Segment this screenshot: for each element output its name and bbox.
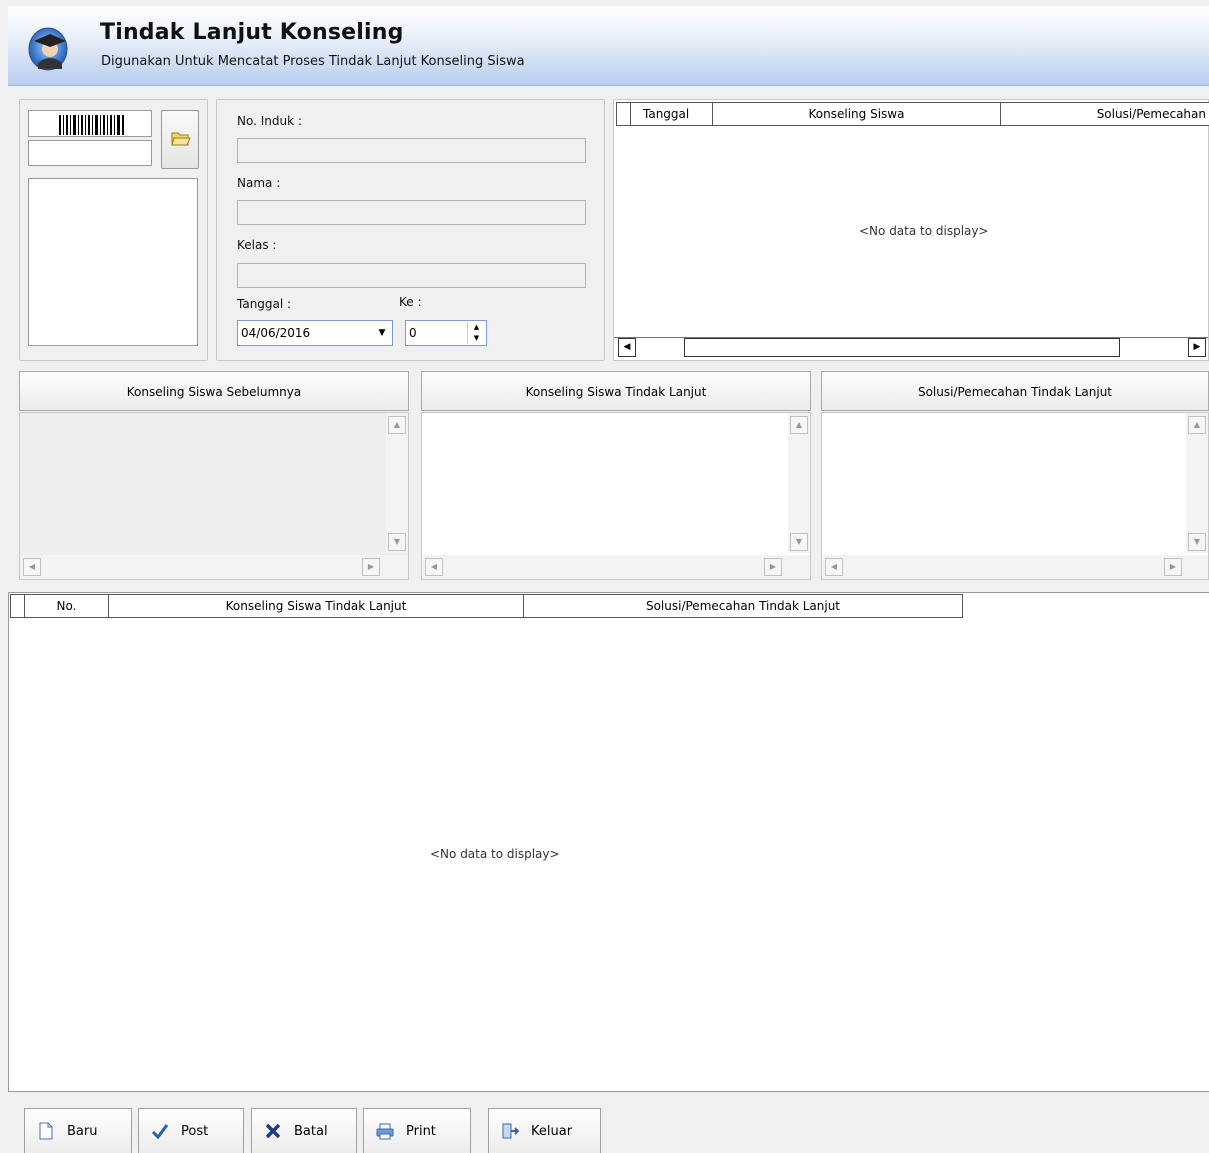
col-konseling-tindak-lanjut[interactable]: Konseling Siswa Tindak Lanjut xyxy=(108,594,523,618)
detail-grid[interactable]: No. Konseling Siswa Tindak Lanjut Solusi… xyxy=(8,592,1209,1092)
checkmark-icon xyxy=(151,1124,169,1140)
scroll-right-icon[interactable]: ▶ xyxy=(1164,558,1182,576)
history-grid-header: Tanggal Konseling Siswa Solusi/Pemecahan xyxy=(616,102,1209,126)
scroll-thumb[interactable] xyxy=(684,338,1120,357)
previous-counseling-panel: Konseling Siswa Sebelumnya ▲ ▼ ◀ ▶ xyxy=(19,371,409,580)
scroll-down-icon[interactable]: ▼ xyxy=(388,533,406,551)
ke-spinner[interactable]: 0 ▲ ▼ xyxy=(405,320,487,346)
batal-label: Batal xyxy=(294,1123,328,1139)
nama-label: Nama : xyxy=(237,176,281,190)
no-induk-field[interactable] xyxy=(237,138,586,163)
page-subtitle: Digunakan Untuk Mencatat Proses Tindak L… xyxy=(101,54,525,69)
row-indicator-header xyxy=(616,102,630,126)
scroll-right-icon[interactable]: ▶ xyxy=(362,558,380,576)
post-button[interactable]: Post xyxy=(138,1108,244,1153)
spinner-buttons[interactable]: ▲ ▼ xyxy=(467,322,485,344)
scroll-down-icon[interactable]: ▼ xyxy=(790,533,808,551)
browse-button[interactable] xyxy=(161,110,199,169)
followup-solution-memo[interactable]: ▲ ▼ ◀ ▶ xyxy=(821,412,1209,580)
col-solusi-tindak-lanjut[interactable]: Solusi/Pemecahan Tindak Lanjut xyxy=(523,594,963,618)
row-indicator-header xyxy=(10,594,24,618)
chevron-down-icon[interactable]: ▼ xyxy=(374,325,390,341)
page-title: Tindak Lanjut Konseling xyxy=(100,20,404,45)
memo-vertical-scrollbar[interactable]: ▲ ▼ xyxy=(386,413,408,553)
scroll-left-icon[interactable]: ◀ xyxy=(825,558,843,576)
scroll-left-icon[interactable]: ◀ xyxy=(23,558,41,576)
post-label: Post xyxy=(181,1123,209,1139)
scroll-down-icon[interactable]: ▼ xyxy=(1188,533,1206,551)
keluar-label: Keluar xyxy=(531,1123,573,1139)
scroll-up-icon[interactable]: ▲ xyxy=(388,416,406,434)
col-tanggal[interactable]: Tanggal xyxy=(630,102,712,126)
history-empty-text: <No data to display> xyxy=(859,224,989,238)
printer-icon xyxy=(376,1123,394,1140)
memo-vertical-scrollbar[interactable]: ▲ ▼ xyxy=(1186,413,1208,553)
baru-button[interactable]: Baru xyxy=(24,1108,132,1153)
detail-grid-header: No. Konseling Siswa Tindak Lanjut Solusi… xyxy=(10,594,963,618)
spin-up-icon[interactable]: ▲ xyxy=(468,322,485,333)
tanggal-date-picker[interactable]: 04/06/2016 ▼ xyxy=(237,320,393,346)
graduate-logo-icon xyxy=(28,27,68,71)
history-grid[interactable]: Tanggal Konseling Siswa Solusi/Pemecahan… xyxy=(613,99,1209,361)
cancel-x-icon xyxy=(265,1123,281,1139)
followup-solution-panel: Solusi/Pemecahan Tindak Lanjut ▲ ▼ ◀ ▶ xyxy=(821,371,1209,580)
keluar-button[interactable]: Keluar xyxy=(488,1108,601,1153)
student-info-panel: No. Induk : Nama : Kelas : Tanggal : Ke … xyxy=(216,99,605,361)
scroll-up-icon[interactable]: ▲ xyxy=(790,416,808,434)
scroll-right-icon[interactable]: ▶ xyxy=(1188,338,1206,357)
previous-counseling-memo[interactable]: ▲ ▼ ◀ ▶ xyxy=(19,412,409,580)
student-code-input[interactable] xyxy=(28,140,152,166)
col-konseling-siswa[interactable]: Konseling Siswa xyxy=(712,102,1000,126)
barcode-icon xyxy=(59,115,124,135)
kelas-field[interactable] xyxy=(237,263,586,288)
spin-down-icon[interactable]: ▼ xyxy=(468,333,485,344)
nama-field[interactable] xyxy=(237,200,586,225)
form-header: Tindak Lanjut Konseling Digunakan Untuk … xyxy=(8,6,1209,86)
kelas-label: Kelas : xyxy=(237,238,277,252)
col-solusi-pemecahan[interactable]: Solusi/Pemecahan xyxy=(1000,102,1209,126)
history-horizontal-scrollbar[interactable]: ◀ ▶ xyxy=(614,337,1208,357)
col-no[interactable]: No. xyxy=(24,594,108,618)
memo-horizontal-scrollbar[interactable]: ◀ ▶ xyxy=(422,555,810,579)
scroll-left-icon[interactable]: ◀ xyxy=(618,338,636,357)
scroll-left-icon[interactable]: ◀ xyxy=(425,558,443,576)
open-folder-icon xyxy=(171,132,191,146)
student-photo xyxy=(28,178,198,346)
tanggal-label: Tanggal : xyxy=(237,297,292,311)
ke-value: 0 xyxy=(409,326,417,340)
photo-panel xyxy=(19,99,208,361)
followup-counseling-memo[interactable]: ▲ ▼ ◀ ▶ xyxy=(421,412,811,580)
print-button[interactable]: Print xyxy=(363,1108,471,1153)
no-induk-label: No. Induk : xyxy=(237,114,302,128)
action-toolbar: Baru Post Batal Print Keluar xyxy=(8,1093,1209,1153)
new-document-icon xyxy=(39,1122,53,1140)
followup-counseling-panel: Konseling Siswa Tindak Lanjut ▲ ▼ ◀ ▶ xyxy=(421,371,811,580)
followup-counseling-header: Konseling Siswa Tindak Lanjut xyxy=(421,371,811,411)
previous-counseling-header: Konseling Siswa Sebelumnya xyxy=(19,371,409,411)
print-label: Print xyxy=(406,1123,436,1139)
memo-horizontal-scrollbar[interactable]: ◀ ▶ xyxy=(822,555,1208,579)
detail-empty-text: <No data to display> xyxy=(430,847,560,861)
followup-solution-header: Solusi/Pemecahan Tindak Lanjut xyxy=(821,371,1209,411)
tanggal-value: 04/06/2016 xyxy=(241,326,311,340)
memo-vertical-scrollbar[interactable]: ▲ ▼ xyxy=(788,413,810,553)
scroll-right-icon[interactable]: ▶ xyxy=(764,558,782,576)
barcode-field[interactable] xyxy=(28,110,152,137)
memo-horizontal-scrollbar[interactable]: ◀ ▶ xyxy=(20,555,408,579)
baru-label: Baru xyxy=(67,1123,98,1139)
exit-door-icon xyxy=(502,1123,519,1139)
batal-button[interactable]: Batal xyxy=(251,1108,357,1153)
scroll-up-icon[interactable]: ▲ xyxy=(1188,416,1206,434)
ke-label: Ke : xyxy=(399,295,422,309)
